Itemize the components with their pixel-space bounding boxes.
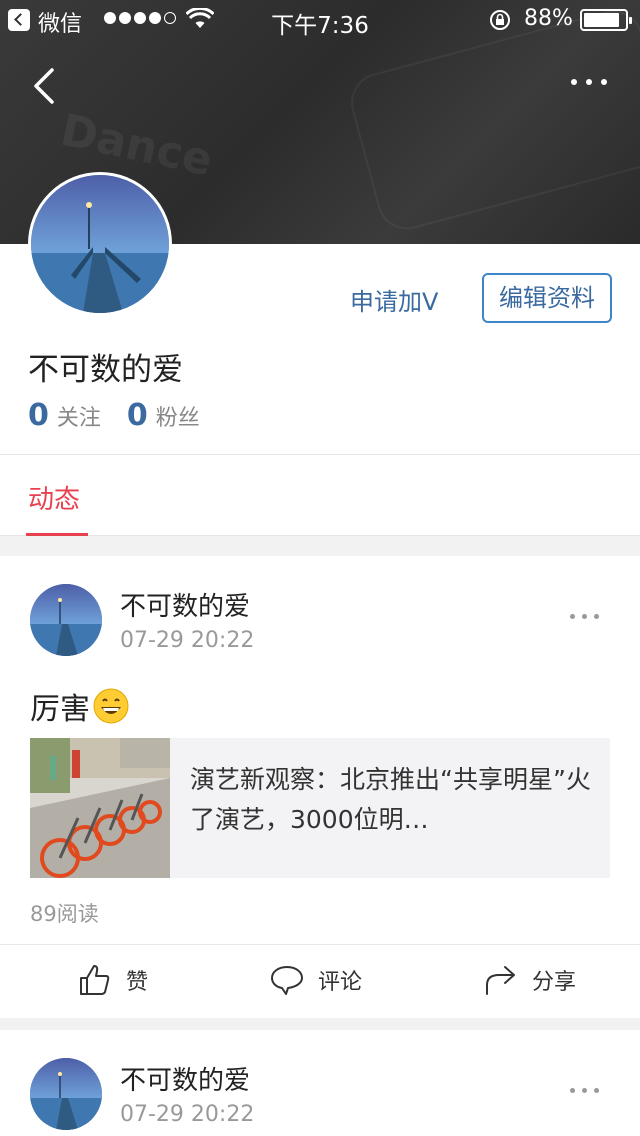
back-icon[interactable]: [30, 64, 64, 108]
feed-post: 不可数的爱 07-29 20:22: [0, 1030, 640, 1136]
post-author[interactable]: 不可数的爱: [120, 586, 250, 623]
post-more-icon[interactable]: [570, 614, 599, 619]
share-icon: [486, 966, 515, 995]
following-label[interactable]: 关注: [57, 400, 101, 432]
like-button[interactable]: 赞: [78, 963, 148, 997]
tab-feed[interactable]: 动态: [28, 479, 80, 516]
post-text-content: 厉害: [30, 692, 90, 727]
comment-icon: [271, 966, 303, 995]
post-avatar[interactable]: [30, 584, 102, 656]
edit-profile-button[interactable]: 编辑资料: [482, 273, 612, 323]
post-actions: 赞 评论 分享: [0, 944, 640, 1018]
profile-stats: 0 关注 0 粉丝: [28, 398, 226, 433]
article-thumbnail: [30, 738, 170, 878]
tab-indicator: [26, 533, 88, 536]
feed-post: 不可数的爱 07-29 20:22 厉害 演艺新观察：北京推出“共享明星”火了演…: [0, 556, 640, 1018]
tab-bar: 动态: [0, 454, 640, 536]
post-time: 07-29 20:22: [120, 1102, 255, 1127]
rotation-lock-icon: [490, 10, 510, 30]
comment-label: 评论: [318, 970, 363, 995]
share-label: 分享: [532, 970, 577, 995]
shared-article-card[interactable]: 演艺新观察：北京推出“共享明星”火了演艺，3000位明…: [30, 738, 610, 878]
apply-v-link[interactable]: 申请加V: [350, 282, 438, 317]
avatar[interactable]: [28, 172, 172, 316]
post-time: 07-29 20:22: [120, 628, 255, 653]
grinning-face-icon: [93, 688, 129, 724]
fans-count[interactable]: 0: [127, 398, 148, 433]
nickname: 不可数的爱: [28, 352, 183, 388]
post-text: 厉害: [30, 684, 130, 728]
share-button[interactable]: 分享: [484, 963, 576, 997]
article-title[interactable]: 演艺新观察：北京推出“共享明星”火了演艺，3000位明…: [190, 760, 600, 840]
more-icon[interactable]: [564, 72, 614, 92]
battery-icon: [580, 9, 632, 31]
post-avatar[interactable]: [30, 1058, 102, 1130]
post-more-icon[interactable]: [570, 1088, 599, 1093]
like-icon: [80, 965, 110, 995]
following-count[interactable]: 0: [28, 398, 49, 433]
like-label: 赞: [126, 970, 149, 995]
read-count: 89阅读: [30, 902, 99, 926]
post-author[interactable]: 不可数的爱: [120, 1060, 250, 1097]
fans-label[interactable]: 粉丝: [156, 400, 200, 432]
battery-percent: 88%: [524, 6, 573, 31]
comment-button[interactable]: 评论: [270, 963, 362, 997]
status-bar: 微信 下午7:36 88%: [0, 0, 640, 40]
